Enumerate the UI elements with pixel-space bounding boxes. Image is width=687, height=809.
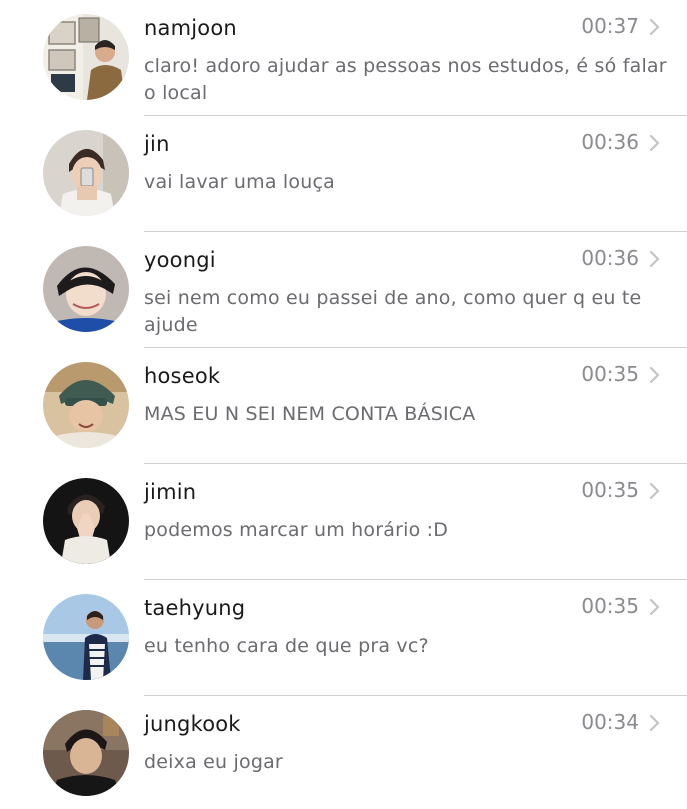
chevron-right-icon xyxy=(649,18,660,36)
avatar-yoongi xyxy=(43,246,129,332)
chevron-right-icon xyxy=(649,250,660,268)
chat-row-taehyung[interactable]: taehyung 00:35 eu tenho cara de que pra … xyxy=(0,580,687,696)
avatar-jimin xyxy=(43,478,129,564)
avatar-namjoon xyxy=(43,14,129,100)
chat-name: hoseok xyxy=(144,364,221,388)
chat-name: jimin xyxy=(144,480,197,504)
chat-name: jin xyxy=(144,132,170,156)
chat-timestamp: 00:37 xyxy=(581,14,639,38)
chat-timestamp: 00:36 xyxy=(581,130,639,154)
chat-name: taehyung xyxy=(144,596,246,620)
chevron-right-icon xyxy=(649,134,660,152)
chat-row-jimin[interactable]: jimin 00:35 podemos marcar um horário :D xyxy=(0,464,687,580)
chat-message-preview: podemos marcar um horário :D xyxy=(144,519,449,541)
chat-row-hoseok[interactable]: hoseok 00:35 MAS EU N SEI NEM CONTA BÁSI… xyxy=(0,348,687,464)
chat-timestamp: 00:35 xyxy=(581,594,639,618)
chat-message-preview: deixa eu jogar xyxy=(144,751,283,773)
chat-row-jungkook[interactable]: jungkook 00:34 deixa eu jogar xyxy=(0,696,687,809)
chat-name: jungkook xyxy=(144,712,241,736)
chat-list: namjoon 00:37 claro! adoro ajudar as pes… xyxy=(0,0,687,809)
avatar-hoseok xyxy=(43,362,129,448)
chat-timestamp: 00:36 xyxy=(581,246,639,270)
chevron-right-icon xyxy=(649,482,660,500)
chat-timestamp: 00:34 xyxy=(581,710,639,734)
chat-timestamp: 00:35 xyxy=(581,362,639,386)
chat-message-preview: claro! adoro ajudar as pessoas nos estud… xyxy=(144,55,667,104)
chevron-right-icon xyxy=(649,598,660,616)
chat-message-preview: sei nem como eu passei de ano, como quer… xyxy=(144,287,642,336)
chevron-right-icon xyxy=(649,366,660,384)
chat-row-yoongi[interactable]: yoongi 00:36 sei nem como eu passei de a… xyxy=(0,232,687,348)
chat-message-preview: MAS EU N SEI NEM CONTA BÁSICA xyxy=(144,403,476,425)
chat-name: namjoon xyxy=(144,16,237,40)
chat-timestamp: 00:35 xyxy=(581,478,639,502)
chat-row-namjoon[interactable]: namjoon 00:37 claro! adoro ajudar as pes… xyxy=(0,0,687,116)
avatar-taehyung xyxy=(43,594,129,680)
avatar-jin xyxy=(43,130,129,216)
avatar-jungkook xyxy=(43,710,129,796)
chat-message-preview: vai lavar uma louça xyxy=(144,171,335,193)
chat-name: yoongi xyxy=(144,248,216,272)
chat-message-preview: eu tenho cara de que pra vc? xyxy=(144,635,429,657)
chat-row-jin[interactable]: jin 00:36 vai lavar uma louça xyxy=(0,116,687,232)
chevron-right-icon xyxy=(649,714,660,732)
